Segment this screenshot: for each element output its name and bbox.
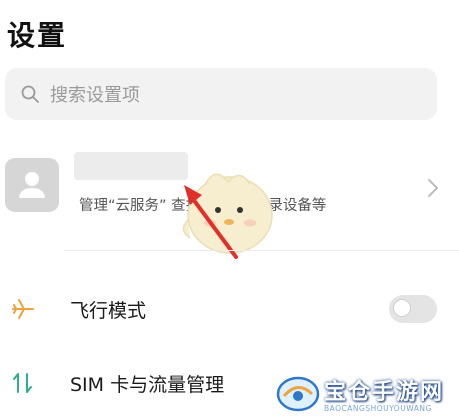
user-silhouette-icon (19, 172, 45, 198)
sim-data-icon (10, 370, 36, 396)
airplane-icon (10, 296, 36, 322)
watermark-emblem-icon (276, 376, 320, 412)
watermark-logo: 宝仓手游网 BAOCANGSHOUYOUWANG (268, 368, 459, 419)
search-bar[interactable]: 搜索设置项 (5, 68, 437, 120)
search-placeholder: 搜索设置项 (50, 85, 140, 106)
service-cloud: 管理“云服务” (79, 198, 167, 214)
page-title: 设置 (7, 19, 68, 52)
red-arrow-annotation (184, 185, 238, 259)
airplane-mode-toggle[interactable] (389, 295, 437, 323)
search-icon (20, 84, 40, 104)
settings-item-label: 飞行模式 (70, 299, 147, 322)
avatar (5, 158, 59, 212)
settings-item-label: SIM 卡与流量管理 (70, 373, 225, 396)
toggle-knob (393, 299, 411, 317)
chevron-right-icon (427, 178, 439, 198)
watermark-title: 宝仓手游网 (324, 380, 445, 405)
settings-item-airplane-mode[interactable]: 飞行模式 (0, 284, 459, 334)
watermark-subtitle: BAOCANGSHOUYOUWANG (324, 404, 432, 413)
section-divider (64, 250, 459, 251)
